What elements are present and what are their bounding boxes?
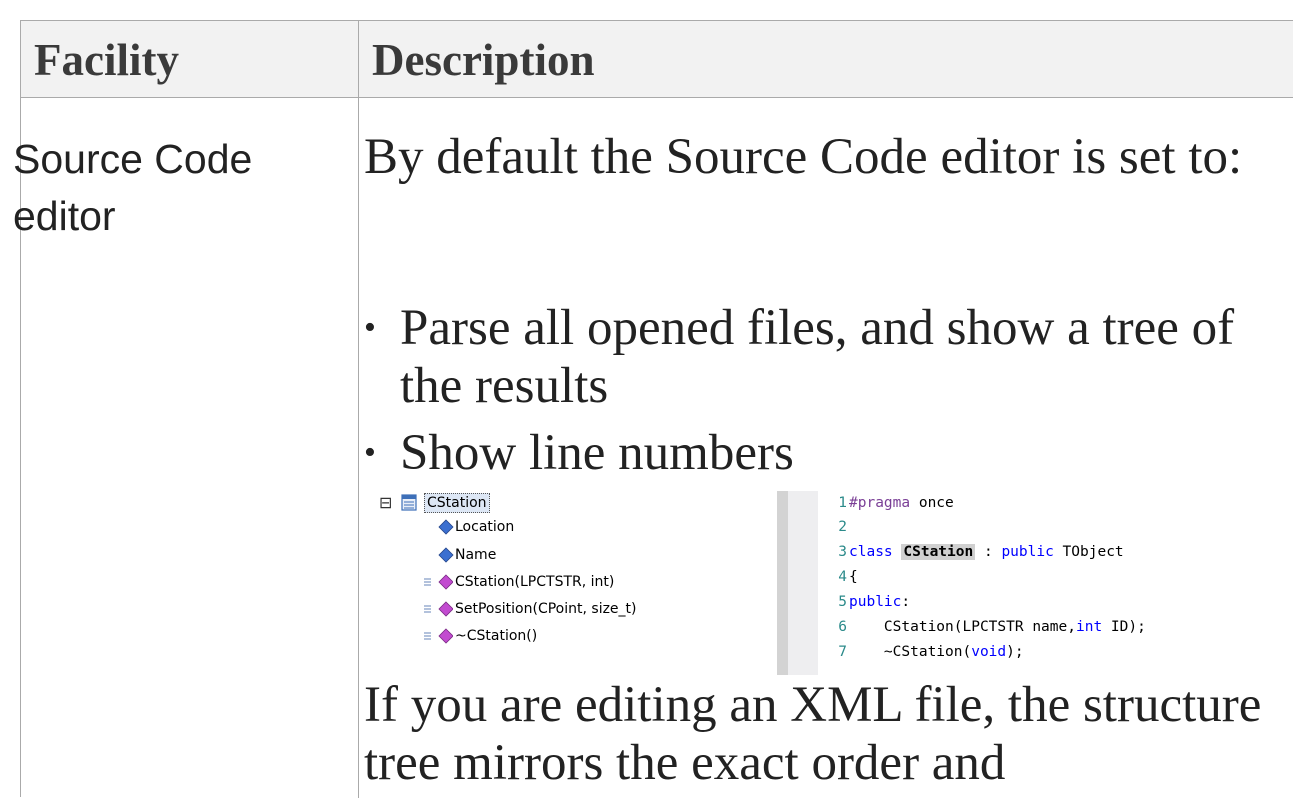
code-line: 5 public: bbox=[833, 590, 910, 614]
code-token: #pragma bbox=[849, 495, 911, 511]
bullet-text: Parse all opened files, and show a tree … bbox=[400, 300, 1235, 414]
code-line: 6 CStation(LPCTSTR name,int ID); bbox=[833, 615, 1146, 639]
column-divider bbox=[358, 21, 359, 798]
tree-item-destructor[interactable]: ~CStation() bbox=[373, 625, 773, 647]
bullet-dot-icon: • bbox=[364, 309, 376, 346]
header-facility: Facility bbox=[34, 35, 179, 85]
tree-item-name[interactable]: Name bbox=[373, 544, 773, 566]
line-number: 7 bbox=[838, 644, 847, 660]
code-line: 4{ bbox=[833, 565, 858, 589]
bullet-text: Show line numbers bbox=[400, 425, 794, 481]
tree-item-constructor[interactable]: CStation(LPCTSTR, int) bbox=[373, 571, 773, 593]
code-token: { bbox=[849, 569, 858, 585]
tree-item-setposition[interactable]: SetPosition(CPoint, size_t) bbox=[373, 598, 773, 620]
line-number: 3 bbox=[838, 544, 847, 560]
description-intro: By default the Source Code editor is set… bbox=[364, 129, 1243, 185]
operation-icon bbox=[424, 601, 453, 617]
operation-icon bbox=[424, 574, 453, 590]
code-line: 7 ~CStation(void); bbox=[833, 640, 1024, 664]
code-view[interactable]: 1 #pragma once 2 3 class CStation : public… bbox=[833, 491, 1293, 675]
tree-item-label: Name bbox=[455, 547, 497, 563]
table-header-row: Facility Description bbox=[21, 21, 1293, 98]
tree-item-label: CStation(LPCTSTR, int) bbox=[455, 574, 615, 590]
code-token: : bbox=[901, 594, 911, 610]
class-icon bbox=[401, 494, 417, 511]
line-number: 1 bbox=[838, 495, 847, 511]
tree-root-row[interactable]: ⊟ CStation bbox=[379, 493, 769, 515]
collapse-toggle-icon[interactable]: ⊟ bbox=[379, 495, 392, 511]
code-token: once bbox=[910, 495, 954, 511]
line-number: 4 bbox=[838, 569, 847, 585]
code-token: public bbox=[849, 594, 902, 610]
operation-icon bbox=[424, 628, 453, 644]
description-xml-note: If you are editing an XML file, the stru… bbox=[364, 677, 1262, 791]
header-description: Description bbox=[372, 35, 595, 85]
line-number: 2 bbox=[838, 519, 847, 535]
code-token: ); bbox=[1006, 644, 1024, 660]
code-token: int bbox=[1075, 619, 1103, 635]
editor-screenshot: ⊟ CStation Location Name CStation(LPCTST… bbox=[373, 491, 1293, 675]
structure-tree: ⊟ CStation Location Name CStation(LPCTST… bbox=[373, 491, 773, 675]
code-line: 2 bbox=[833, 515, 849, 539]
facility-cell-source-code-editor: Source Code editor bbox=[13, 136, 253, 239]
editor-gutter-bar bbox=[777, 491, 788, 675]
bullet-dot-icon: • bbox=[364, 434, 376, 471]
code-line: 3 class CStation : public TObject bbox=[833, 540, 1124, 564]
code-token: ~CStation( bbox=[849, 644, 972, 660]
code-token: : bbox=[975, 544, 1002, 560]
tree-item-label: Location bbox=[455, 519, 515, 535]
code-token: CStation(LPCTSTR name, bbox=[849, 619, 1076, 635]
tree-item-location[interactable]: Location bbox=[373, 516, 773, 538]
code-token-highlighted: CStation bbox=[901, 544, 976, 560]
code-token: public bbox=[1001, 544, 1054, 560]
line-number: 6 bbox=[838, 619, 847, 635]
tree-root-label: CStation bbox=[424, 493, 490, 513]
line-number: 5 bbox=[838, 594, 847, 610]
code-token: void bbox=[971, 644, 1007, 660]
editor-margin bbox=[788, 491, 818, 675]
code-token: class bbox=[849, 544, 893, 560]
tree-item-label: SetPosition(CPoint, size_t) bbox=[455, 601, 637, 617]
code-token: ID); bbox=[1102, 619, 1146, 635]
tree-item-label: ~CStation() bbox=[455, 628, 538, 644]
code-token: TObject bbox=[1053, 544, 1124, 560]
code-line: 1 #pragma once bbox=[833, 491, 954, 515]
